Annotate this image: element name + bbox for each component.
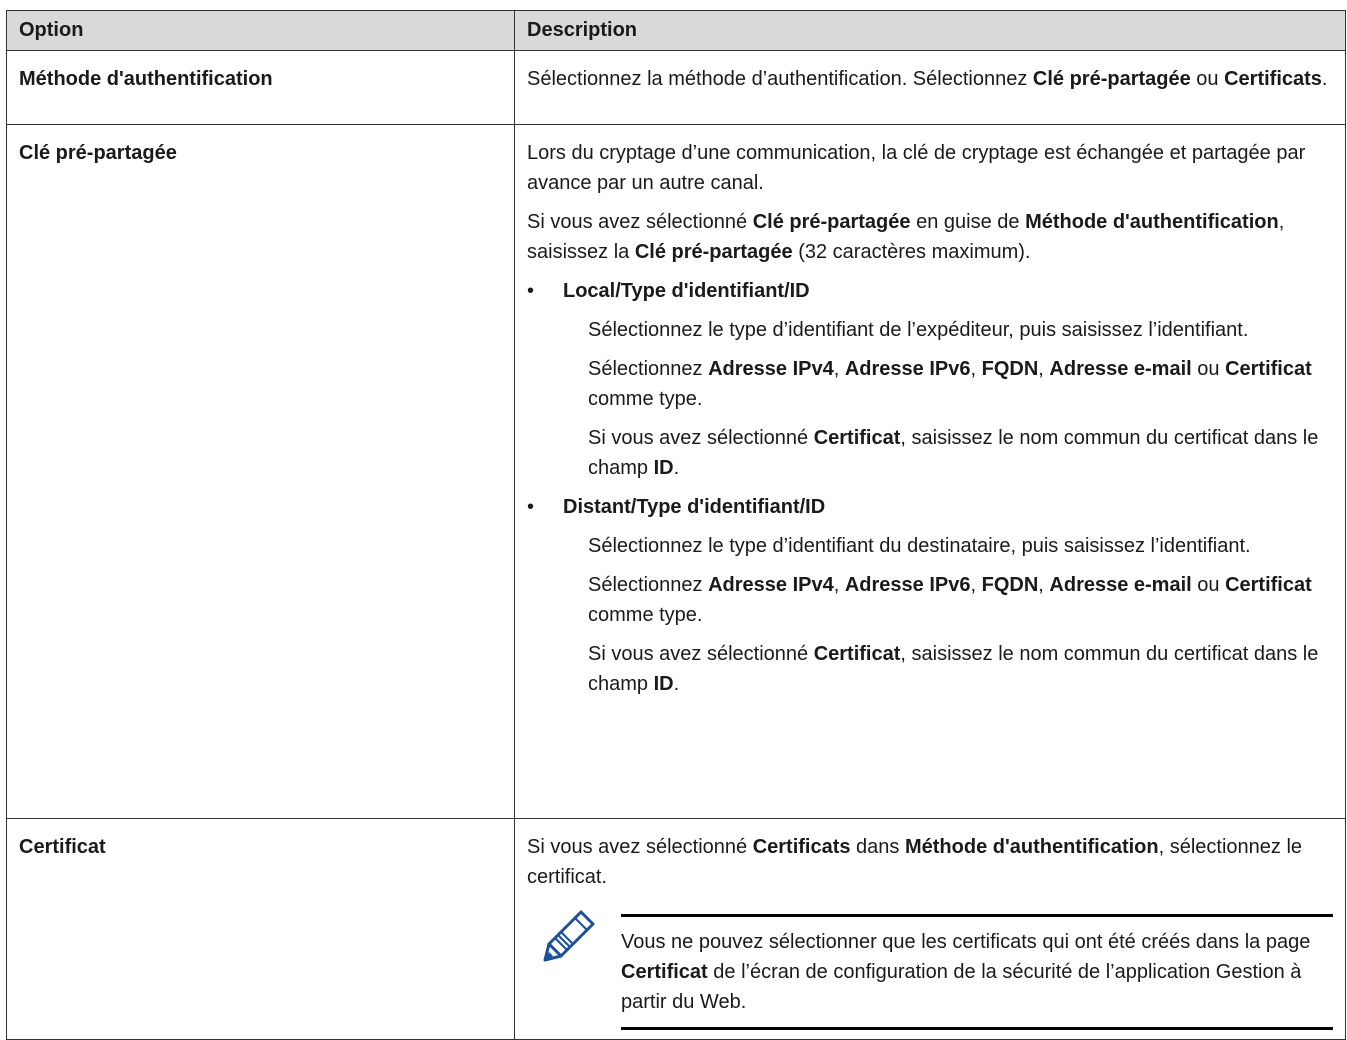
option-description: Si vous avez sélectionné Certificats dan…: [514, 818, 1346, 1040]
paragraph: Si vous avez sélectionné Clé pré-partagé…: [527, 211, 1285, 263]
sub-paragraph: Sélectionnez Adresse IPv4, Adresse IPv6,…: [588, 574, 1312, 626]
table-row: Clé pré-partagée Lors du cryptage d’une …: [6, 124, 1346, 819]
sub-paragraph: Sélectionnez le type d’identifiant du de…: [588, 535, 1251, 557]
paragraph: Si vous avez sélectionné Certificats dan…: [527, 836, 1303, 888]
bullet-icon: •: [527, 280, 535, 302]
bullet-item: • Local/Type d'identifiant/ID: [527, 276, 1333, 306]
sub-paragraph: Si vous avez sélectionné Certificat, sai…: [588, 427, 1319, 479]
note-box: Vous ne pouvez sélectionner que les cert…: [527, 910, 1333, 1030]
note-divider: [621, 914, 1333, 917]
paragraph: Sélectionnez la méthode d’authentificati…: [527, 68, 1328, 90]
option-description: Sélectionnez la méthode d’authentificati…: [514, 50, 1346, 125]
option-description: Lors du cryptage d’une communication, la…: [514, 124, 1346, 819]
option-name: Certificat: [6, 818, 515, 1040]
paragraph: Lors du cryptage d’une communication, la…: [527, 142, 1306, 194]
option-name: Méthode d'authentification: [6, 50, 515, 125]
sub-paragraph: Si vous avez sélectionné Certificat, sai…: [588, 643, 1319, 695]
bullet-item: • Distant/Type d'identifiant/ID: [527, 492, 1333, 522]
sub-paragraph: Sélectionnez le type d’identifiant de l’…: [588, 319, 1249, 341]
table-row: Méthode d'authentification Sélectionnez …: [6, 50, 1346, 125]
option-name: Clé pré-partagée: [6, 124, 515, 819]
header-description: Description: [514, 10, 1346, 51]
settings-table: Option Description Méthode d'authentific…: [6, 10, 1346, 1040]
table-row: Certificat Si vous avez sélectionné Cert…: [6, 818, 1346, 1040]
table-header-row: Option Description: [6, 10, 1346, 51]
sub-paragraph: Sélectionnez Adresse IPv4, Adresse IPv6,…: [588, 358, 1312, 410]
pencil-note-icon: [543, 910, 595, 962]
bullet-icon: •: [527, 496, 535, 518]
note-divider: [621, 1027, 1333, 1030]
note-text: Vous ne pouvez sélectionner que les cert…: [621, 931, 1311, 1013]
header-option: Option: [6, 10, 515, 51]
